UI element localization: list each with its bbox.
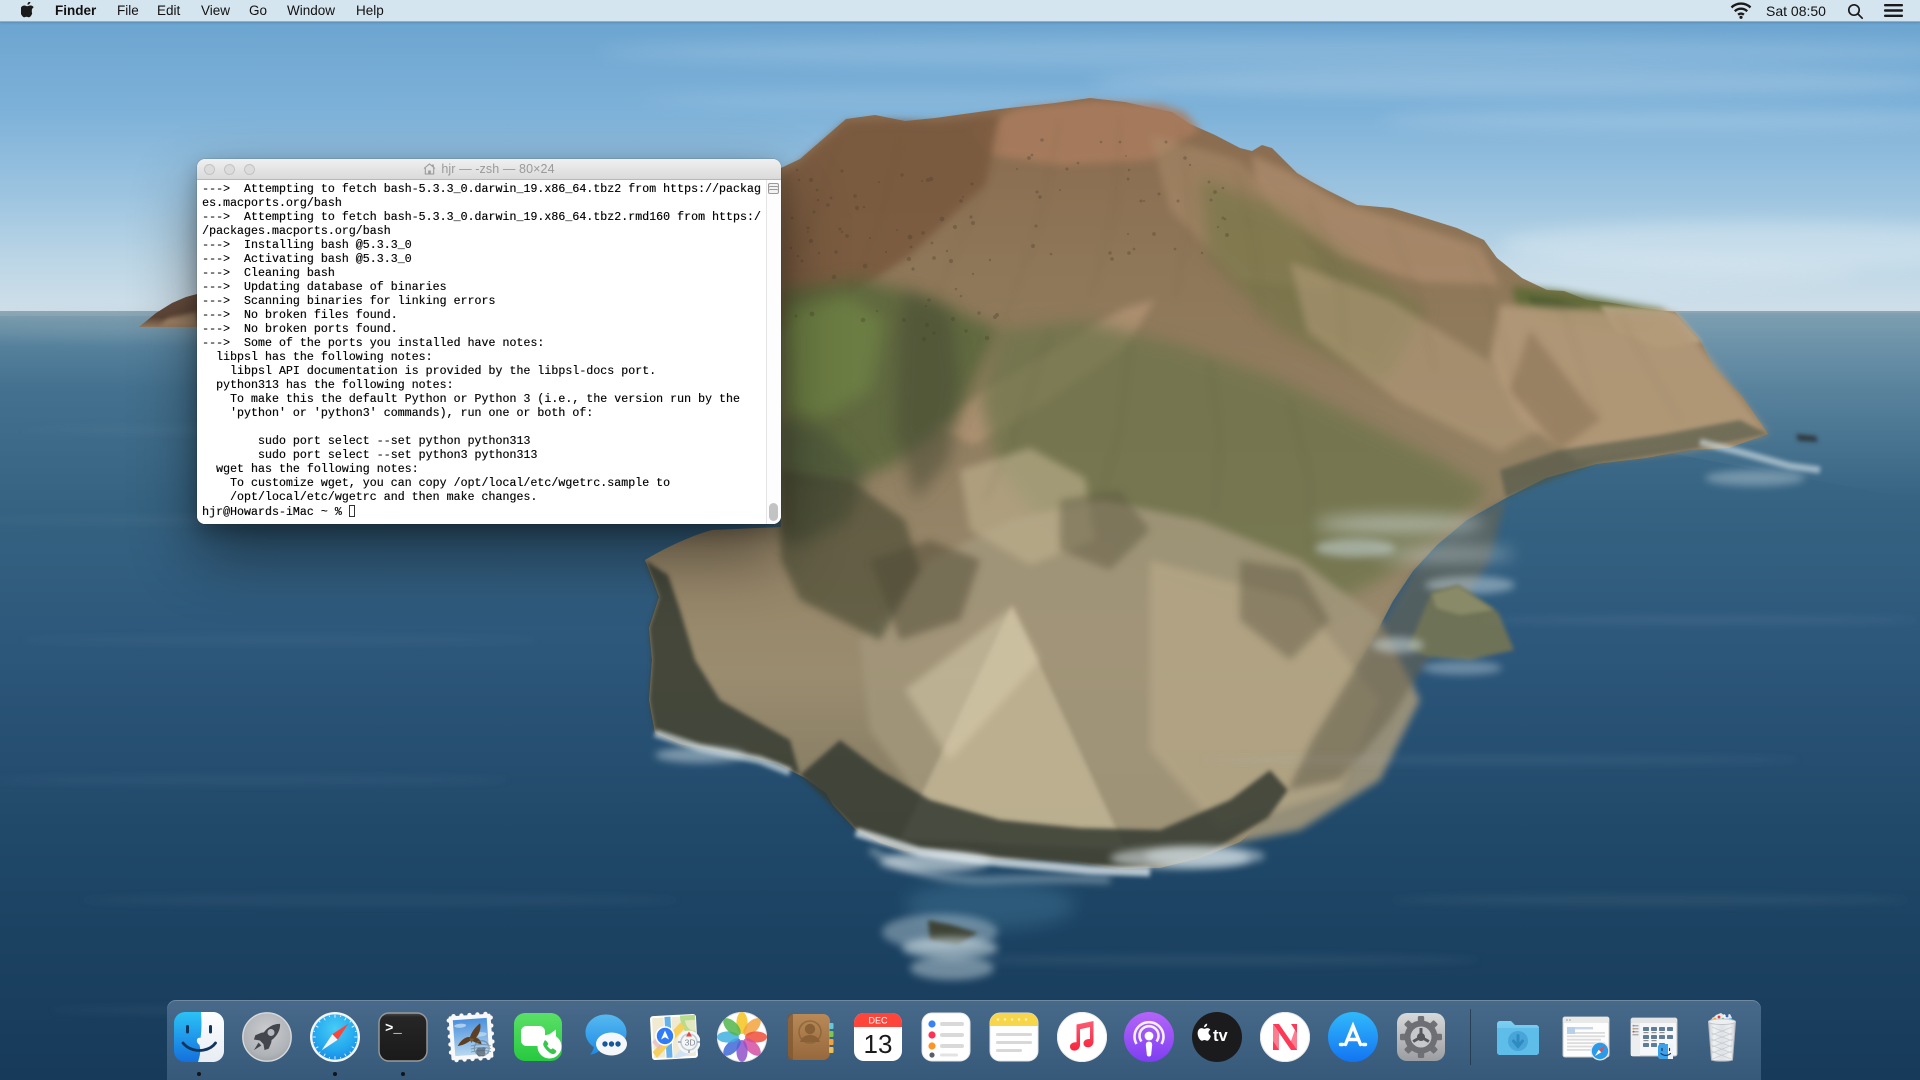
svg-text:DEC: DEC <box>868 1016 888 1026</box>
svg-text:3D: 3D <box>685 1037 696 1047</box>
svg-text:tv: tv <box>1213 1027 1228 1045</box>
svg-text:>_: >_ <box>385 1021 402 1037</box>
svg-text:13: 13 <box>863 1029 892 1059</box>
